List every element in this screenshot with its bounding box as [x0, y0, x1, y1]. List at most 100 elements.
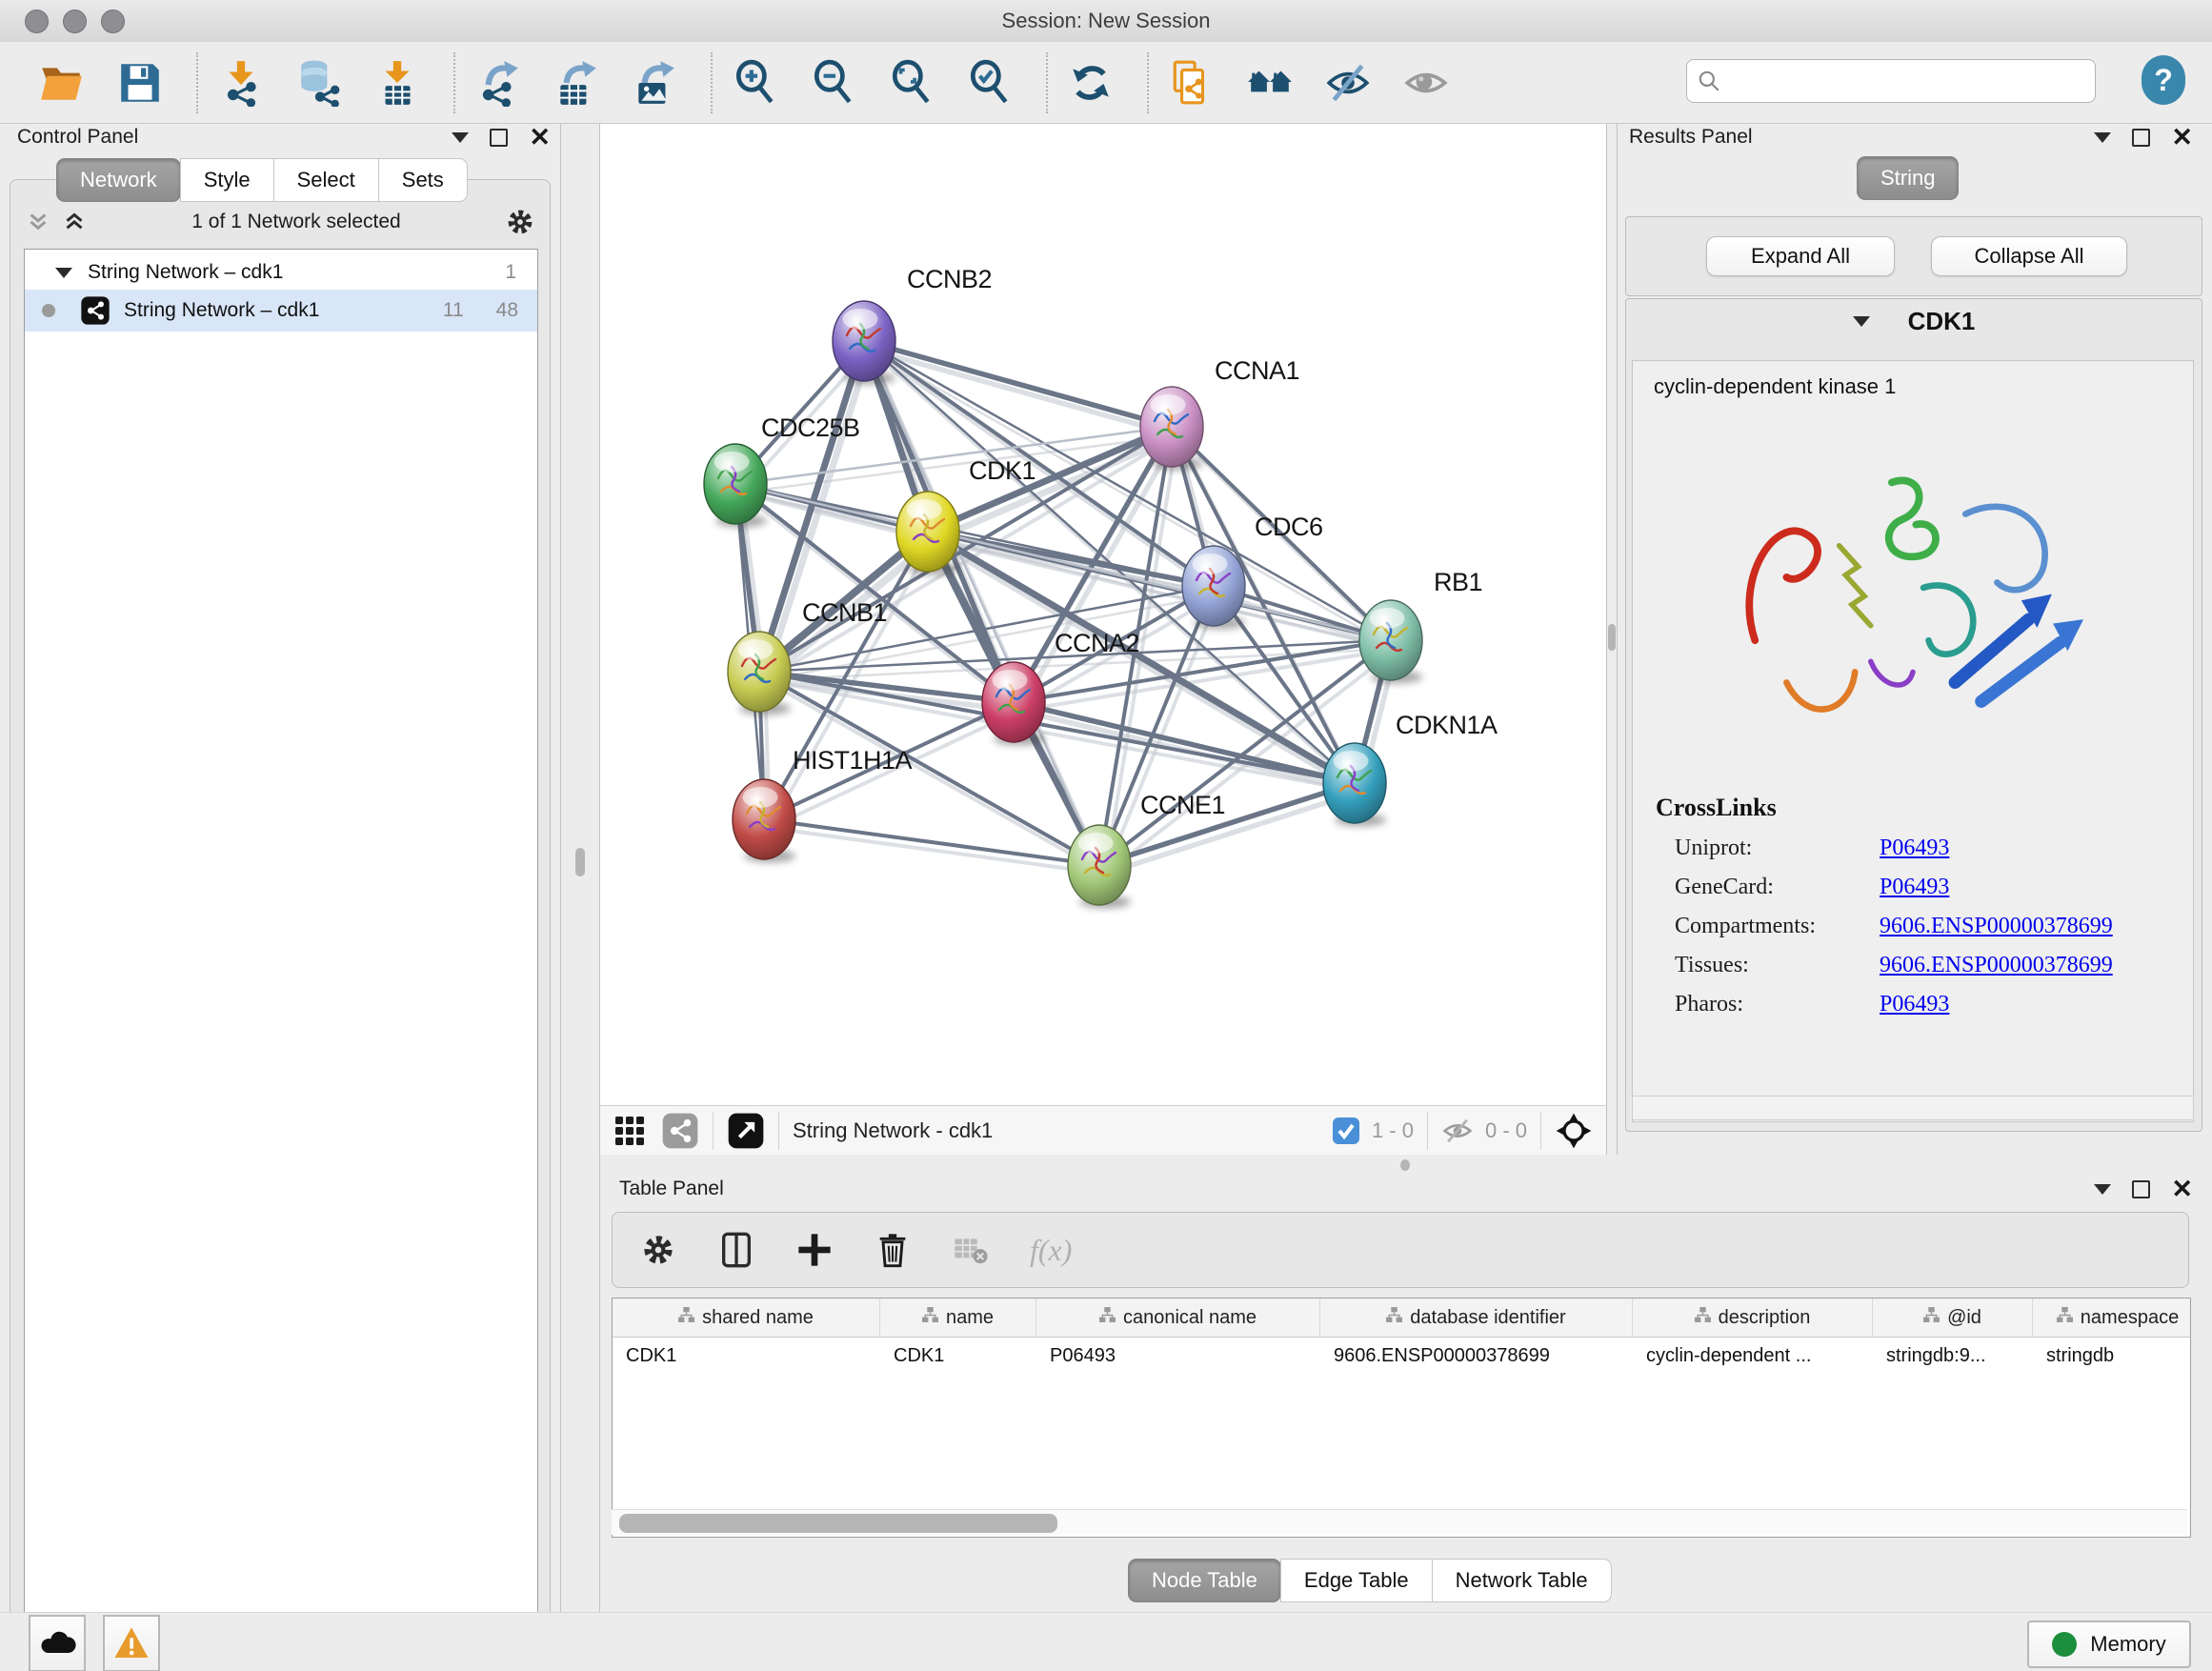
cloud-button[interactable]	[29, 1615, 86, 1671]
crosslink-value-link[interactable]: P06493	[1880, 992, 1949, 1017]
zoom-fit-button[interactable]	[886, 57, 937, 109]
float-panel-icon[interactable]	[2094, 1184, 2111, 1195]
network-node-ccnb2[interactable]: CCNB2	[833, 265, 992, 384]
show-all-button[interactable]	[1400, 57, 1452, 109]
table-row[interactable]: CDK1CDK1P064939606.ENSP00000378699cyclin…	[613, 1338, 2190, 1376]
import-table-file-button[interactable]	[372, 57, 423, 109]
gear-icon[interactable]	[639, 1231, 677, 1269]
help-button[interactable]: ?	[2142, 55, 2185, 105]
column-header[interactable]: description	[1633, 1299, 1873, 1337]
grid-view-icon[interactable]	[613, 1115, 646, 1147]
tab-node-table[interactable]: Node Table	[1128, 1559, 1281, 1602]
open-in-window-icon[interactable]	[727, 1112, 765, 1150]
show-columns-icon[interactable]	[717, 1231, 755, 1269]
gear-icon[interactable]	[504, 206, 536, 238]
export-network-button[interactable]	[473, 57, 524, 109]
tab-network[interactable]: Network	[56, 158, 181, 202]
column-header[interactable]: name	[880, 1299, 1036, 1337]
close-panel-icon[interactable]	[2171, 128, 2193, 147]
save-session-button[interactable]	[114, 57, 166, 109]
refresh-icon	[1067, 59, 1115, 107]
results-scrollbar[interactable]	[1632, 1096, 2194, 1120]
table-cell: CDK1	[613, 1338, 880, 1376]
column-header[interactable]: database identifier	[1320, 1299, 1633, 1337]
refresh-view-button[interactable]	[1065, 57, 1116, 109]
search-bar[interactable]	[1686, 59, 2096, 103]
splitter-handle[interactable]	[575, 848, 585, 876]
tab-edge-table[interactable]: Edge Table	[1280, 1559, 1433, 1602]
network-node-ccna1[interactable]: CCNA1	[1140, 356, 1299, 470]
import-network-database-button[interactable]	[293, 57, 345, 109]
column-header[interactable]: shared name	[613, 1299, 880, 1337]
cloud-icon	[38, 1624, 76, 1662]
zoom-selected-button[interactable]	[964, 57, 1016, 109]
control-panel: Control Panel Network Style Select Sets …	[0, 124, 560, 1612]
first-neighbors-button[interactable]	[1244, 57, 1296, 109]
maximize-panel-icon[interactable]	[490, 129, 508, 147]
collapse-all-button[interactable]: Collapse All	[1931, 236, 2127, 276]
table-cell: P06493	[1036, 1338, 1320, 1376]
splitter-handle[interactable]	[1400, 1159, 1410, 1171]
new-network-from-selection-button[interactable]	[1166, 57, 1217, 109]
expand-all-button[interactable]: Expand All	[1706, 236, 1895, 276]
import-network-file-button[interactable]	[215, 57, 267, 109]
scrollbar-thumb[interactable]	[619, 1514, 1057, 1533]
table-horizontal-scrollbar[interactable]	[612, 1509, 2187, 1535]
float-panel-icon[interactable]	[2094, 132, 2111, 143]
open-session-button[interactable]	[36, 57, 88, 109]
hide-selected-button[interactable]	[1322, 57, 1374, 109]
export-table-button[interactable]	[551, 57, 602, 109]
memory-button[interactable]: Memory	[2027, 1621, 2191, 1668]
tab-string[interactable]: String	[1857, 156, 1959, 200]
crosslink-value-link[interactable]: 9606.ENSP00000378699	[1880, 953, 2113, 978]
network-node-rb1[interactable]: RB1	[1359, 568, 1482, 683]
splitter-handle[interactable]	[1608, 624, 1616, 651]
network-canvas[interactable]: CCNB2CCNA1CDC25BCDK1CDC6RB1CCNB1CCNA2CDK…	[600, 124, 1606, 1105]
network-label: String Network – cdk1	[124, 299, 319, 322]
expand-all-icon[interactable]	[60, 208, 89, 236]
zoom-out-button[interactable]	[808, 57, 859, 109]
crosslink-value-link[interactable]: P06493	[1880, 875, 1949, 900]
network-node-cdkn1a[interactable]: CDKN1A	[1323, 711, 1498, 826]
node-label-ccna1: CCNA1	[1215, 356, 1299, 385]
table-cell: stringdb	[2033, 1338, 2191, 1376]
zoom-in-icon	[732, 59, 779, 107]
column-header[interactable]: namespace	[2033, 1299, 2191, 1337]
search-input[interactable]	[1731, 62, 2095, 100]
export-image-button[interactable]	[629, 57, 680, 109]
add-column-icon[interactable]	[795, 1231, 834, 1269]
tab-select[interactable]: Select	[273, 158, 379, 202]
import-database-icon	[295, 59, 343, 107]
network-share-toggle-icon[interactable]	[661, 1112, 699, 1150]
close-panel-icon[interactable]	[529, 128, 551, 147]
float-panel-icon[interactable]	[452, 132, 469, 143]
column-header[interactable]: @id	[1873, 1299, 2033, 1337]
export-image-icon	[631, 59, 678, 107]
entry-expander-icon[interactable]	[1853, 316, 1870, 327]
tab-sets[interactable]: Sets	[378, 158, 468, 202]
bottom-splitter[interactable]	[600, 1155, 2212, 1174]
hidden-eye-icon[interactable]	[1441, 1115, 1474, 1147]
warnings-button[interactable]	[103, 1615, 160, 1671]
collapse-all-icon[interactable]	[24, 208, 52, 236]
crosslink-value-link[interactable]: 9606.ENSP00000378699	[1880, 914, 2113, 939]
selected-checkbox-icon[interactable]	[1332, 1117, 1360, 1145]
floppy-save-icon	[116, 59, 164, 107]
maximize-panel-icon[interactable]	[2132, 129, 2150, 147]
zoom-in-button[interactable]	[730, 57, 781, 109]
node-label-ccne1: CCNE1	[1140, 791, 1225, 819]
network-collection-row[interactable]: String Network – cdk1 1	[25, 255, 537, 290]
tab-network-table[interactable]: Network Table	[1432, 1559, 1612, 1602]
maximize-panel-icon[interactable]	[2132, 1180, 2150, 1198]
column-header[interactable]: canonical name	[1036, 1299, 1320, 1337]
left-splitter[interactable]	[560, 124, 600, 1612]
crosslink-value-link[interactable]: P06493	[1880, 836, 1949, 861]
network-row-selected[interactable]: String Network – cdk1 11 48	[25, 290, 537, 332]
tab-style[interactable]: Style	[180, 158, 274, 202]
crosslink-row: GeneCard:P06493	[1675, 875, 2193, 900]
close-panel-icon[interactable]	[2171, 1179, 2193, 1198]
network-graph[interactable]: CCNB2CCNA1CDC25BCDK1CDC6RB1CCNB1CCNA2CDK…	[600, 124, 1606, 1105]
birdseye-crosshair-icon[interactable]	[1555, 1112, 1593, 1150]
tree-expander-icon[interactable]	[55, 268, 72, 278]
delete-column-icon[interactable]	[874, 1231, 912, 1269]
